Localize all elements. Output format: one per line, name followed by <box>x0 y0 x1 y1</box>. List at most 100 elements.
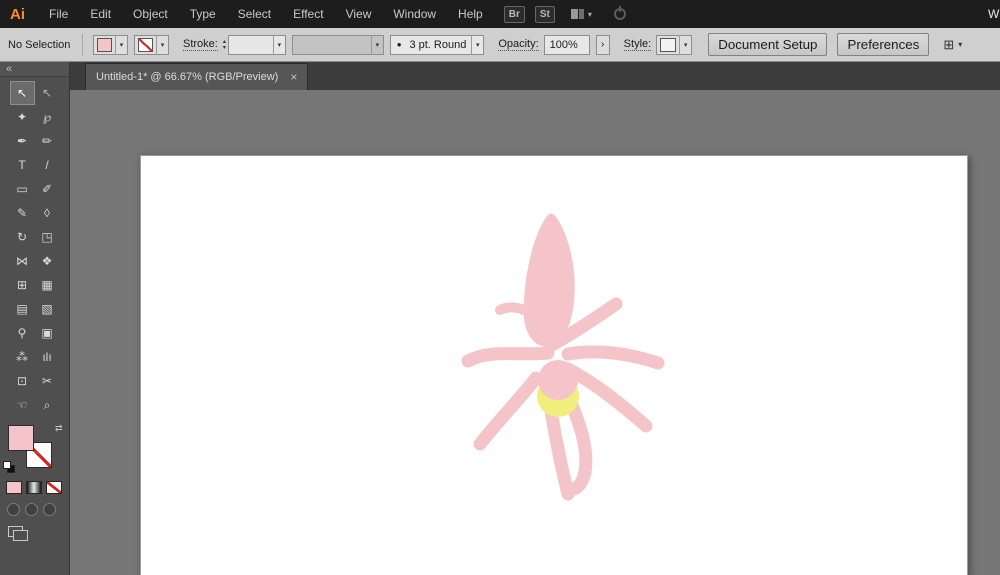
document-area: Untitled-1* @ 66.67% (RGB/Preview) × <box>70 62 1000 575</box>
bridge-button[interactable]: Br <box>503 5 525 23</box>
chevron-down-icon[interactable]: ▾ <box>115 34 127 55</box>
pencil-tool[interactable]: ✎ <box>10 201 35 225</box>
tentacle-lower-left <box>473 371 543 451</box>
color-mode-button[interactable] <box>6 481 22 494</box>
paint-mode-row <box>0 481 69 494</box>
fill-swatch[interactable] <box>8 425 34 451</box>
stroke-none-swatch[interactable] <box>138 37 153 52</box>
crescent-bite <box>538 360 578 400</box>
graphic-style-dropdown[interactable]: ▾ <box>656 34 693 55</box>
menu-item-select[interactable]: Select <box>227 7 282 21</box>
sync-settings-icon[interactable] <box>613 6 626 20</box>
chevron-down-icon[interactable]: ▾ <box>156 34 168 55</box>
menu-item-object[interactable]: Object <box>122 7 179 21</box>
draw-normal-button[interactable] <box>7 503 20 516</box>
fill-color-dropdown[interactable]: ▾ <box>93 34 128 55</box>
change-screen-mode-button[interactable] <box>8 526 28 542</box>
collapse-panel-button[interactable]: « <box>0 62 69 77</box>
mesh-tool[interactable]: ▤ <box>10 297 35 321</box>
shape-builder-tool[interactable]: ❖ <box>35 249 60 273</box>
none-mode-button[interactable] <box>46 481 62 494</box>
squid-body <box>523 213 575 347</box>
lasso-tool[interactable]: ℘ <box>35 105 60 129</box>
blend-tool[interactable]: ▣ <box>35 321 60 345</box>
draw-behind-button[interactable] <box>25 503 38 516</box>
brush-definition-combo[interactable]: • 3 pt. Round ▾ <box>389 34 485 55</box>
divider <box>82 33 83 56</box>
stepper-down-icon[interactable]: ▾ <box>223 45 226 51</box>
eyedropper-tool[interactable]: ⚲ <box>10 321 35 345</box>
pen-tool[interactable]: ✒ <box>10 129 35 153</box>
menu-item-help[interactable]: Help <box>447 7 494 21</box>
align-options-dropdown[interactable]: ⊞ ▾ <box>943 37 962 53</box>
chevron-down-icon[interactable]: ▾ <box>679 34 691 55</box>
rectangle-tool[interactable]: ▭ <box>10 177 35 201</box>
width-profile-combo: ▾ <box>291 34 384 55</box>
artboard[interactable] <box>140 155 968 575</box>
chevron-down-icon: ▾ <box>370 34 383 55</box>
direct-selection-tool[interactable]: ↖ <box>35 81 60 105</box>
stroke-width-combo[interactable]: ▾ <box>227 34 286 55</box>
column-graph-tool[interactable]: ılı <box>35 345 60 369</box>
opacity-panel-button[interactable]: › <box>595 34 610 55</box>
line-segment-tool[interactable]: / <box>35 153 60 177</box>
graphic-style-swatch[interactable] <box>660 37 677 52</box>
zoom-tool[interactable]: ⌕ <box>35 393 60 417</box>
opacity-value[interactable]: 100% <box>545 39 583 51</box>
menu-item-effect[interactable]: Effect <box>282 7 334 21</box>
draw-mode-row <box>0 503 69 516</box>
type-tool[interactable]: T <box>10 153 35 177</box>
eraser-tool[interactable]: ◊ <box>35 201 60 225</box>
menu-item-edit[interactable]: Edit <box>79 7 122 21</box>
preferences-button[interactable]: Preferences <box>837 33 930 56</box>
chevron-down-icon[interactable]: ▾ <box>471 34 483 55</box>
perspective-grid-tool[interactable]: ▦ <box>35 273 60 297</box>
stroke-color-dropdown[interactable]: ▾ <box>134 34 169 55</box>
stock-button[interactable]: St <box>534 5 555 23</box>
rotate-tool[interactable]: ↻ <box>10 225 35 249</box>
chevron-down-icon[interactable]: ▾ <box>272 34 285 55</box>
artboard-tool[interactable]: ⊡ <box>10 369 35 393</box>
menu-item-file[interactable]: File <box>38 7 79 21</box>
brush-preset-name: 3 pt. Round <box>409 38 467 51</box>
curvature-tool[interactable]: ✏ <box>35 129 60 153</box>
selection-tool[interactable]: ↖ <box>9 81 35 105</box>
swap-fill-stroke-icon[interactable]: ⇄ <box>55 423 63 434</box>
gradient-mode-button[interactable] <box>26 481 42 494</box>
pasteboard <box>70 90 1000 575</box>
stroke-width-stepper[interactable]: ▴ ▾ <box>223 39 226 51</box>
close-tab-icon[interactable]: × <box>290 70 297 84</box>
squid-artwork <box>461 213 665 501</box>
workspace-caret-icon[interactable]: ▾ <box>588 10 592 19</box>
menu-item-window[interactable]: Window <box>382 7 447 21</box>
slice-tool[interactable]: ✂ <box>35 369 60 393</box>
scale-tool[interactable]: ◳ <box>35 225 60 249</box>
magic-wand-tool[interactable]: ✦ <box>10 105 35 129</box>
tentacle-right <box>561 345 665 370</box>
gradient-tool[interactable]: ▧ <box>35 297 60 321</box>
default-fill-stroke-icon[interactable] <box>3 461 17 475</box>
tools-grid: ↖ ↖ ✦ ℘ ✒ ✏ T / ▭ ✐ ✎ ◊ ↻ ◳ ⋈ ❖ ⊞ ▦ ▤ ▧ <box>0 77 69 417</box>
menu-item-view[interactable]: View <box>335 7 383 21</box>
brush-preview-icon: • <box>396 37 402 52</box>
free-transform-tool[interactable]: ⊞ <box>10 273 35 297</box>
chevron-down-icon[interactable]: ▾ <box>958 40 962 49</box>
fill-color-swatch[interactable] <box>97 37 112 52</box>
document-setup-button[interactable]: Document Setup <box>708 33 828 56</box>
width-tool[interactable]: ⋈ <box>10 249 35 273</box>
align-icon: ⊞ <box>943 36 955 52</box>
illustrator-window: Ai File Edit Object Type Select Effect V… <box>0 0 1000 575</box>
paintbrush-tool[interactable]: ✐ <box>35 177 60 201</box>
style-label[interactable]: Style: <box>623 38 652 51</box>
draw-inside-button[interactable] <box>43 503 56 516</box>
hand-tool[interactable]: ☜ <box>10 393 35 417</box>
stroke-label[interactable]: Stroke: <box>183 38 218 51</box>
menu-item-type[interactable]: Type <box>179 7 227 21</box>
document-tab[interactable]: Untitled-1* @ 66.67% (RGB/Preview) × <box>85 63 309 90</box>
opacity-label[interactable]: Opacity: <box>498 38 539 51</box>
app-logo: Ai <box>10 5 25 23</box>
opacity-combo[interactable]: 100% <box>543 34 590 55</box>
symbol-sprayer-tool[interactable]: ⁂ <box>10 345 35 369</box>
selection-status: No Selection <box>8 38 71 51</box>
arrange-documents-icon[interactable] <box>570 9 584 19</box>
